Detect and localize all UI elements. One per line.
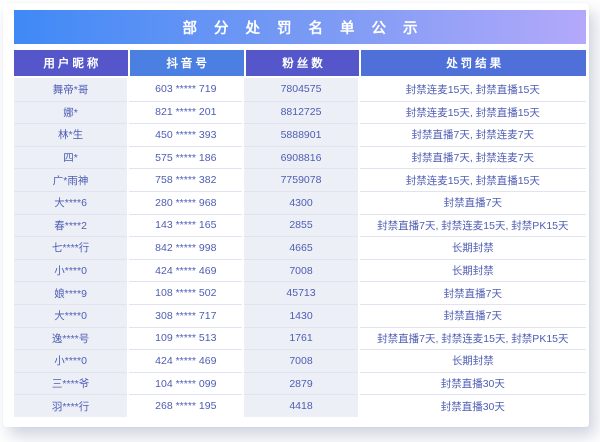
table-row: 舞帝*哥 603 ***** 719 7804575 封禁连麦15天, 封禁直播… — [14, 78, 586, 101]
cell-nickname: 林*生 — [14, 123, 127, 146]
cell-douyin-id: 842 ***** 998 — [129, 236, 242, 259]
table-row: 小****0 424 ***** 469 7008 长期封禁 — [14, 349, 586, 372]
table-row: 广*雨神 758 ***** 382 7759078 封禁连麦15天, 封禁直播… — [14, 168, 586, 191]
cell-nickname: 七****行 — [14, 236, 127, 259]
cell-fans: 1430 — [244, 304, 357, 327]
cell-punishment: 封禁直播7天, 封禁连麦15天, 封禁PK15天 — [360, 214, 586, 237]
cell-fans: 4300 — [244, 191, 357, 214]
cell-nickname: 舞帝*哥 — [14, 78, 127, 101]
cell-punishment: 长期封禁 — [360, 259, 586, 282]
cell-fans: 2879 — [244, 372, 357, 395]
cell-nickname: 大****6 — [14, 191, 127, 214]
cell-nickname: 羽****行 — [14, 394, 127, 417]
cell-punishment: 封禁直播7天 — [360, 304, 586, 327]
cell-fans: 7759078 — [244, 168, 357, 191]
cell-fans: 2855 — [244, 214, 357, 237]
table-row: 大****0 308 ***** 717 1430 封禁直播7天 — [14, 304, 586, 327]
table-row: 春****2 143 ***** 165 2855 封禁直播7天, 封禁连麦15… — [14, 214, 586, 237]
cell-punishment: 封禁连麦15天, 封禁直播15天 — [360, 101, 586, 124]
cell-punishment: 长期封禁 — [360, 236, 586, 259]
cell-fans: 7008 — [244, 349, 357, 372]
table-row: 娜* 821 ***** 201 8812725 封禁连麦15天, 封禁直播15… — [14, 101, 586, 124]
cell-douyin-id: 109 ***** 513 — [129, 327, 242, 350]
cell-nickname: 四* — [14, 146, 127, 169]
cell-punishment: 封禁直播7天 — [360, 281, 586, 304]
cell-nickname: 娘****9 — [14, 281, 127, 304]
cell-douyin-id: 108 ***** 502 — [129, 281, 242, 304]
cell-douyin-id: 308 ***** 717 — [129, 304, 242, 327]
cell-nickname: 春****2 — [14, 214, 127, 237]
cell-punishment: 封禁直播7天, 封禁连麦15天, 封禁PK15天 — [360, 327, 586, 350]
cell-punishment: 封禁直播30天 — [360, 372, 586, 395]
cell-fans: 45713 — [244, 281, 357, 304]
cell-fans: 4665 — [244, 236, 357, 259]
table-row: 大****6 280 ***** 968 4300 封禁直播7天 — [14, 191, 586, 214]
announcement-card: 部分处罚名单公示 用户昵称 抖音号 粉丝数 处罚结果 舞帝*哥 603 ****… — [3, 3, 589, 427]
table-row: 娘****9 108 ***** 502 45713 封禁直播7天 — [14, 281, 586, 304]
cell-punishment: 封禁直播7天, 封禁连麦7天 — [360, 146, 586, 169]
cell-nickname: 大****0 — [14, 304, 127, 327]
header-douyin-id: 抖音号 — [130, 50, 244, 76]
cell-punishment: 封禁连麦15天, 封禁直播15天 — [360, 168, 586, 191]
cell-douyin-id: 450 ***** 393 — [129, 123, 242, 146]
cell-nickname: 三****爷 — [14, 372, 127, 395]
table-row: 七****行 842 ***** 998 4665 长期封禁 — [14, 236, 586, 259]
cell-nickname: 娜* — [14, 101, 127, 124]
cell-fans: 5888901 — [244, 123, 357, 146]
cell-fans: 4418 — [244, 394, 357, 417]
cell-nickname: 广*雨神 — [14, 168, 127, 191]
table-header-row: 用户昵称 抖音号 粉丝数 处罚结果 — [14, 50, 586, 76]
cell-fans: 6908816 — [244, 146, 357, 169]
cell-fans: 7804575 — [244, 78, 357, 101]
cell-punishment: 封禁连麦15天, 封禁直播15天 — [360, 78, 586, 101]
cell-punishment: 长期封禁 — [360, 349, 586, 372]
table-row: 四* 575 ***** 186 6908816 封禁直播7天, 封禁连麦7天 — [14, 146, 586, 169]
cell-douyin-id: 575 ***** 186 — [129, 146, 242, 169]
title-bar: 部分处罚名单公示 — [14, 10, 586, 44]
cell-punishment: 封禁直播7天, 封禁连麦7天 — [360, 123, 586, 146]
cell-fans: 8812725 — [244, 101, 357, 124]
header-nickname: 用户昵称 — [14, 50, 128, 76]
cell-nickname: 小****0 — [14, 349, 127, 372]
table-body: 舞帝*哥 603 ***** 719 7804575 封禁连麦15天, 封禁直播… — [14, 78, 586, 417]
cell-douyin-id: 280 ***** 968 — [129, 191, 242, 214]
header-fans: 粉丝数 — [246, 50, 360, 76]
cell-douyin-id: 104 ***** 099 — [129, 372, 242, 395]
cell-douyin-id: 603 ***** 719 — [129, 78, 242, 101]
cell-douyin-id: 758 ***** 382 — [129, 168, 242, 191]
table-row: 林*生 450 ***** 393 5888901 封禁直播7天, 封禁连麦7天 — [14, 123, 586, 146]
cell-fans: 7008 — [244, 259, 357, 282]
cell-douyin-id: 424 ***** 469 — [129, 349, 242, 372]
table-row: 羽****行 268 ***** 195 4418 封禁直播30天 — [14, 394, 586, 417]
cell-punishment: 封禁直播7天 — [360, 191, 586, 214]
cell-punishment: 封禁直播30天 — [360, 394, 586, 417]
cell-douyin-id: 268 ***** 195 — [129, 394, 242, 417]
page-title: 部分处罚名单公示 — [166, 17, 435, 38]
cell-nickname: 逸****号 — [14, 327, 127, 350]
table-row: 三****爷 104 ***** 099 2879 封禁直播30天 — [14, 372, 586, 395]
cell-douyin-id: 143 ***** 165 — [129, 214, 242, 237]
cell-douyin-id: 424 ***** 469 — [129, 259, 242, 282]
cell-nickname: 小****0 — [14, 259, 127, 282]
cell-fans: 1761 — [244, 327, 357, 350]
table-row: 逸****号 109 ***** 513 1761 封禁直播7天, 封禁连麦15… — [14, 327, 586, 350]
header-punishment: 处罚结果 — [361, 50, 586, 76]
table-row: 小****0 424 ***** 469 7008 长期封禁 — [14, 259, 586, 282]
cell-douyin-id: 821 ***** 201 — [129, 101, 242, 124]
